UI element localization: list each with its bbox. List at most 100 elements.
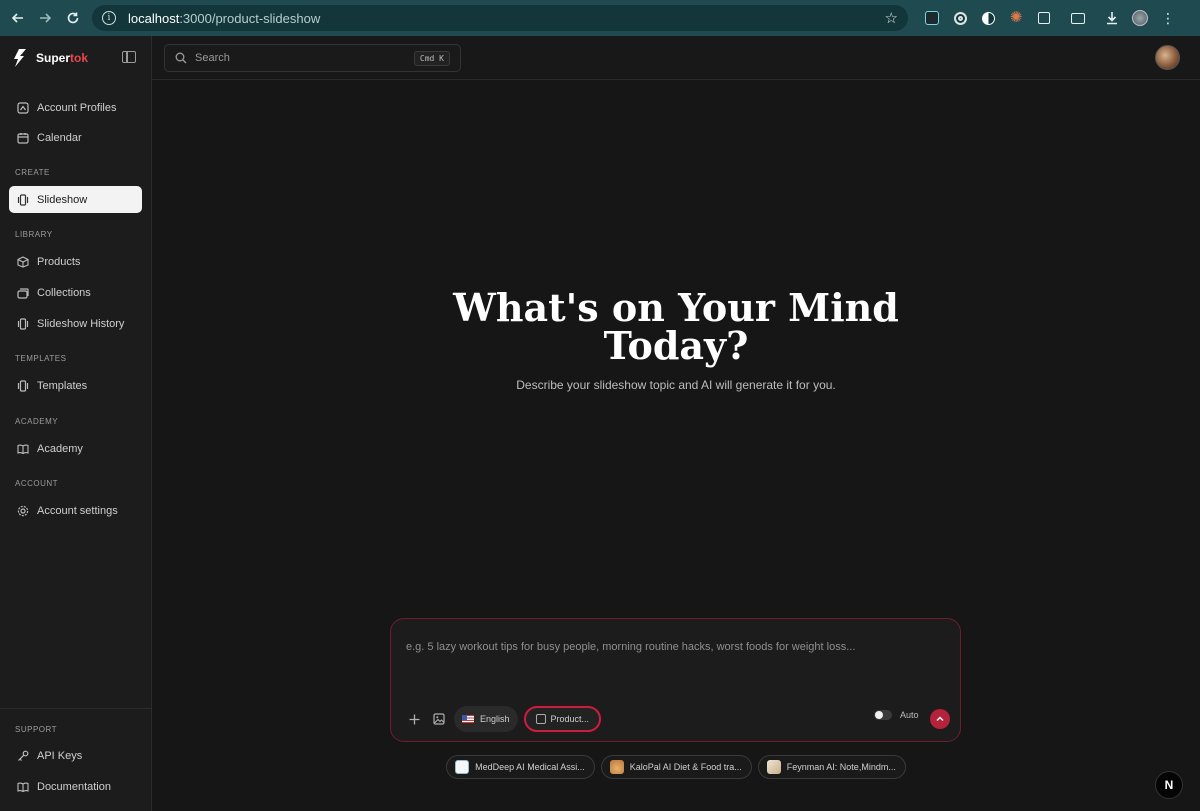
sidebar-item-account-profiles[interactable]: Account Profiles bbox=[9, 94, 142, 121]
page-title-line-1: What's on Your Mind bbox=[453, 285, 899, 330]
bookmark-star-icon[interactable]: ☆ bbox=[885, 9, 898, 27]
us-flag-icon bbox=[462, 715, 474, 723]
sidebar-item-label: Products bbox=[37, 255, 81, 268]
book-icon bbox=[17, 443, 29, 455]
sidebar-item-slideshow[interactable]: Slideshow bbox=[9, 186, 142, 213]
suggestion-chip-feynman[interactable]: Feynman AI: Note,Mindm... bbox=[757, 755, 906, 779]
product-selector-label: Product... bbox=[550, 714, 590, 724]
sidebar-item-documentation[interactable]: Documentation bbox=[9, 773, 142, 800]
sidebar-item-templates[interactable]: Templates bbox=[9, 372, 142, 399]
forward-icon[interactable] bbox=[31, 4, 59, 32]
language-selector[interactable]: English bbox=[454, 706, 518, 732]
product-icon bbox=[535, 714, 546, 724]
page-title: What's on Your Mind Today? bbox=[152, 289, 1200, 365]
page-title-line-2: Today? bbox=[603, 323, 749, 368]
prompt-input[interactable] bbox=[406, 637, 946, 657]
suggestion-chip-label: KaloPal AI Diet & Food tra... bbox=[629, 762, 742, 772]
auto-toggle-label: Auto bbox=[900, 710, 919, 720]
tab-search-icon[interactable] bbox=[1064, 4, 1092, 32]
sidebar-item-label: Academy bbox=[37, 442, 83, 455]
language-label: English bbox=[480, 714, 510, 724]
book-icon bbox=[17, 781, 29, 793]
burst-extension-icon[interactable]: ✺ bbox=[1002, 4, 1030, 32]
download-icon[interactable] bbox=[1098, 4, 1126, 32]
brand-name: Supertok bbox=[36, 51, 89, 65]
address-bar[interactable]: i localhost:3000/product-slideshow ☆ bbox=[92, 5, 908, 31]
box-icon bbox=[17, 255, 29, 268]
section-label-academy: ACADEMY bbox=[15, 417, 59, 426]
product-selector[interactable]: Product... bbox=[523, 706, 602, 732]
search-shortcut-badge: Cmd K bbox=[413, 51, 450, 66]
supertok-logo-icon bbox=[14, 49, 26, 67]
calendar-icon bbox=[17, 132, 29, 144]
brand[interactable]: Supertok bbox=[10, 48, 88, 68]
meddeep-app-icon bbox=[455, 760, 470, 774]
react-devtools-icon[interactable] bbox=[918, 4, 946, 32]
slideshow-icon bbox=[17, 317, 29, 330]
suggestion-chip-label: MedDeep AI Medical Assi... bbox=[475, 762, 585, 772]
search-icon bbox=[175, 52, 187, 64]
profile-avatar-icon[interactable] bbox=[1126, 4, 1154, 32]
search-placeholder: Search bbox=[195, 52, 230, 64]
sidebar: Supertok Account Profiles Calendar CREAT… bbox=[0, 36, 152, 811]
url-text: localhost:3000/product-slideshow bbox=[128, 10, 321, 26]
profile-icon bbox=[17, 101, 29, 114]
section-label-create: CREATE bbox=[15, 168, 50, 177]
browser-toolbar: i localhost:3000/product-slideshow ☆ ✺ ⋮ bbox=[0, 0, 1200, 36]
suggestion-chip-meddeep[interactable]: MedDeep AI Medical Assi... bbox=[446, 755, 595, 779]
suggestion-chip-label: Feynman AI: Note,Mindm... bbox=[786, 762, 896, 772]
prompt-composer: English Product... Auto bbox=[390, 618, 961, 742]
reload-icon[interactable] bbox=[59, 4, 87, 32]
sidebar-item-label: Account Profiles bbox=[37, 101, 117, 114]
send-button[interactable] bbox=[930, 709, 950, 729]
site-info-icon[interactable]: i bbox=[102, 11, 116, 25]
sidebar-item-label: Collections bbox=[37, 286, 91, 299]
sidebar-item-collections[interactable]: Collections bbox=[9, 279, 142, 306]
main-content: What's on Your Mind Today? Describe your… bbox=[152, 81, 1200, 811]
contrast-extension-icon[interactable] bbox=[974, 4, 1002, 32]
sidebar-item-label: API Keys bbox=[37, 749, 83, 762]
browser-menu-icon[interactable]: ⋮ bbox=[1154, 4, 1182, 32]
image-icon[interactable] bbox=[428, 708, 450, 730]
suggestion-chip-kalopal[interactable]: KaloPal AI Diet & Food tra... bbox=[600, 755, 752, 779]
sidebar-item-products[interactable]: Products bbox=[9, 248, 142, 275]
plus-icon[interactable] bbox=[403, 708, 425, 730]
composer-toolbar: English Product... bbox=[403, 705, 602, 733]
key-icon bbox=[17, 750, 29, 762]
slideshow-icon bbox=[17, 193, 29, 206]
sidebar-item-api-keys[interactable]: API Keys bbox=[9, 742, 142, 769]
sidebar-item-label: Documentation bbox=[37, 780, 111, 793]
sidebar-item-calendar[interactable]: Calendar bbox=[9, 124, 142, 151]
sidebar-item-label: Slideshow bbox=[37, 193, 88, 206]
section-label-account: ACCOUNT bbox=[15, 479, 59, 488]
kalopal-app-icon bbox=[609, 760, 624, 774]
sidebar-item-slideshow-history[interactable]: Slideshow History bbox=[9, 310, 142, 337]
search-input[interactable]: Search Cmd K bbox=[164, 44, 461, 72]
product-suggestions: MedDeep AI Medical Assi... KaloPal AI Di… bbox=[152, 755, 1200, 779]
nextjs-dev-badge[interactable]: N bbox=[1155, 771, 1183, 799]
sidebar-item-academy[interactable]: Academy bbox=[9, 435, 142, 462]
sidebar-toggle-icon[interactable] bbox=[122, 51, 136, 63]
target-extension-icon[interactable] bbox=[946, 4, 974, 32]
collections-icon bbox=[17, 287, 29, 299]
sidebar-item-label: Calendar bbox=[37, 131, 82, 144]
section-label-library: LIBRARY bbox=[15, 230, 53, 239]
section-label-templates: TEMPLATES bbox=[15, 354, 67, 363]
sidebar-item-label: Slideshow History bbox=[37, 317, 125, 330]
sidebar-item-account-settings[interactable]: Account settings bbox=[9, 497, 142, 524]
sidebar-item-label: Templates bbox=[37, 379, 88, 392]
slideshow-icon bbox=[17, 379, 29, 392]
feynman-app-icon bbox=[766, 760, 781, 774]
sidebar-divider bbox=[0, 708, 151, 709]
user-avatar[interactable] bbox=[1155, 45, 1180, 70]
back-icon[interactable] bbox=[4, 4, 32, 32]
sidebar-item-label: Account settings bbox=[37, 504, 118, 517]
auto-toggle-switch[interactable] bbox=[874, 710, 892, 720]
page-subtitle: Describe your slideshow topic and AI wil… bbox=[516, 378, 836, 392]
top-header: Search Cmd K bbox=[152, 36, 1200, 80]
extensions-puzzle-icon[interactable] bbox=[1030, 4, 1058, 32]
auto-toggle[interactable]: Auto bbox=[874, 710, 919, 720]
chevron-up-icon bbox=[936, 716, 944, 721]
gear-icon bbox=[17, 505, 29, 517]
section-label-support: SUPPORT bbox=[15, 725, 58, 734]
